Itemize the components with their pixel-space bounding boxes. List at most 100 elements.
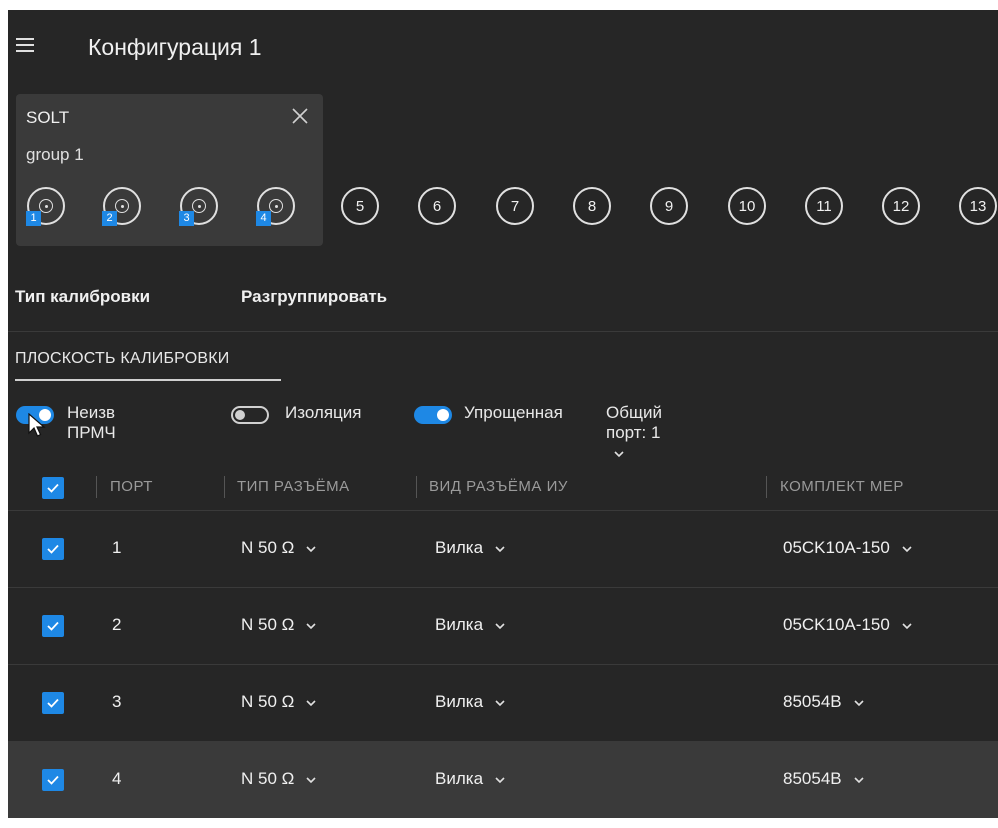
column-header-connector-type: ТИП РАЗЪЁМА xyxy=(237,478,350,495)
chevron-down-icon xyxy=(495,545,505,552)
header: Конфигурация 1 xyxy=(8,10,998,88)
row-checkbox[interactable] xyxy=(42,692,64,714)
simplified-toggle[interactable] xyxy=(414,406,452,424)
port-group-card[interactable]: SOLT group 1 1 2 3 4 xyxy=(16,94,323,246)
check-icon xyxy=(47,483,59,493)
divider xyxy=(8,331,998,332)
chevron-down-icon xyxy=(495,776,505,783)
calibration-type-button[interactable]: Тип калибровки xyxy=(15,287,150,307)
row-checkbox[interactable] xyxy=(42,615,64,637)
table-row[interactable]: 2 N 50 Ω Вилка 05CK10A-150 xyxy=(8,587,998,664)
common-port-dropdown[interactable]: Общий порт: 1 xyxy=(606,403,662,463)
cal-kit-dropdown[interactable]: 05CK10A-150 xyxy=(783,538,914,558)
connector-gender-dropdown[interactable]: Вилка xyxy=(435,769,507,789)
cal-kit-dropdown[interactable]: 85054B xyxy=(783,769,866,789)
chevron-down-icon xyxy=(854,776,864,783)
table-row[interactable]: 4 N 50 Ω Вилка 85054B xyxy=(8,741,998,818)
check-icon xyxy=(47,621,59,631)
unknown-thru-label: Неизв ПРМЧ xyxy=(67,403,116,442)
connector-type-dropdown[interactable]: N 50 Ω xyxy=(241,615,318,635)
connector-type-value: N 50 Ω xyxy=(241,615,295,634)
chevron-down-icon xyxy=(306,776,316,783)
connector-gender-dropdown[interactable]: Вилка xyxy=(435,538,507,558)
group-name: group 1 xyxy=(26,145,84,164)
port-number: 3 xyxy=(112,692,122,711)
chevron-down-icon xyxy=(902,545,912,552)
hamburger-menu-icon[interactable] xyxy=(16,38,36,54)
port-badge: 3 xyxy=(179,211,194,226)
chevron-down-icon xyxy=(306,545,316,552)
connector-type-value: N 50 Ω xyxy=(241,692,295,711)
chevron-down-icon xyxy=(495,699,505,706)
ungroup-button[interactable]: Разгруппировать xyxy=(241,287,387,307)
row-checkbox[interactable] xyxy=(42,538,64,560)
column-header-connector-gender: ВИД РАЗЪЁМА ИУ xyxy=(429,478,568,495)
row-checkbox[interactable] xyxy=(42,769,64,791)
cal-kit-dropdown[interactable]: 05CK10A-150 xyxy=(783,615,914,635)
connector-type-value: N 50 Ω xyxy=(241,538,295,557)
port-number: 2 xyxy=(112,615,122,634)
column-separator xyxy=(96,476,97,498)
port-12[interactable]: 12 xyxy=(882,187,920,225)
column-header-cal-kit: КОМПЛЕКТ МЕР xyxy=(780,478,904,495)
chevron-down-icon xyxy=(854,699,864,706)
table-row[interactable]: 1 N 50 Ω Вилка 05CK10A-150 xyxy=(8,510,998,587)
chevron-down-icon xyxy=(306,699,316,706)
isolation-label: Изоляция xyxy=(285,403,362,422)
check-icon xyxy=(47,544,59,554)
port-5[interactable]: 5 xyxy=(341,187,379,225)
chevron-down-icon xyxy=(902,622,912,629)
check-icon xyxy=(47,698,59,708)
select-all-checkbox[interactable] xyxy=(42,477,64,499)
mouse-cursor-icon xyxy=(28,413,46,437)
port-6[interactable]: 6 xyxy=(418,187,456,225)
connector-gender-dropdown[interactable]: Вилка xyxy=(435,692,507,712)
close-icon[interactable] xyxy=(288,104,312,128)
connector-icon xyxy=(39,199,53,213)
connector-type-dropdown[interactable]: N 50 Ω xyxy=(241,538,318,558)
tab-calibration-plane[interactable]: ПЛОСКОСТЬ КАЛИБРОВКИ xyxy=(15,350,229,368)
connector-type-dropdown[interactable]: N 50 Ω xyxy=(241,769,318,789)
connector-gender-dropdown[interactable]: Вилка xyxy=(435,615,507,635)
connector-icon xyxy=(269,199,283,213)
port-7[interactable]: 7 xyxy=(496,187,534,225)
port-number: 4 xyxy=(112,769,122,788)
calibration-panel: Конфигурация 1 SOLT group 1 1 2 3 4 5 6 … xyxy=(8,10,998,818)
isolation-toggle[interactable] xyxy=(231,406,269,424)
connector-gender-value: Вилка xyxy=(435,615,484,634)
grouped-port-4[interactable]: 4 xyxy=(256,187,295,226)
connector-type-dropdown[interactable]: N 50 Ω xyxy=(241,692,318,712)
port-badge: 2 xyxy=(102,211,117,226)
column-separator xyxy=(224,476,225,498)
connector-icon xyxy=(192,199,206,213)
chevron-down-icon xyxy=(495,622,505,629)
port-8[interactable]: 8 xyxy=(573,187,611,225)
connector-gender-value: Вилка xyxy=(435,769,484,788)
common-port-label: Общий порт: 1 xyxy=(606,403,662,442)
grouped-port-1[interactable]: 1 xyxy=(26,187,65,226)
port-9[interactable]: 9 xyxy=(650,187,688,225)
column-header-port: ПОРТ xyxy=(110,478,153,495)
port-number: 1 xyxy=(112,538,122,557)
port-badge: 4 xyxy=(256,211,271,226)
grouped-port-3[interactable]: 3 xyxy=(179,187,218,226)
column-separator xyxy=(416,476,417,498)
table-row[interactable]: 3 N 50 Ω Вилка 85054B xyxy=(8,664,998,741)
port-10[interactable]: 10 xyxy=(728,187,766,225)
connector-icon xyxy=(115,199,129,213)
cal-kit-value: 05CK10A-150 xyxy=(783,538,890,557)
cal-kit-dropdown[interactable]: 85054B xyxy=(783,692,866,712)
tab-indicator xyxy=(15,379,281,381)
port-13[interactable]: 13 xyxy=(959,187,997,225)
page-title: Конфигурация 1 xyxy=(88,34,262,60)
connector-type-value: N 50 Ω xyxy=(241,769,295,788)
group-cal-type: SOLT xyxy=(26,108,70,127)
port-11[interactable]: 11 xyxy=(805,187,843,225)
cal-kit-value: 05CK10A-150 xyxy=(783,615,890,634)
connector-gender-value: Вилка xyxy=(435,692,484,711)
chevron-down-icon xyxy=(306,622,316,629)
chevron-down-icon xyxy=(614,450,624,457)
cal-kit-value: 85054B xyxy=(783,692,842,711)
grouped-port-2[interactable]: 2 xyxy=(102,187,141,226)
table-header: ПОРТ ТИП РАЗЪЁМА ВИД РАЗЪЁМА ИУ КОМПЛЕКТ… xyxy=(8,468,998,508)
